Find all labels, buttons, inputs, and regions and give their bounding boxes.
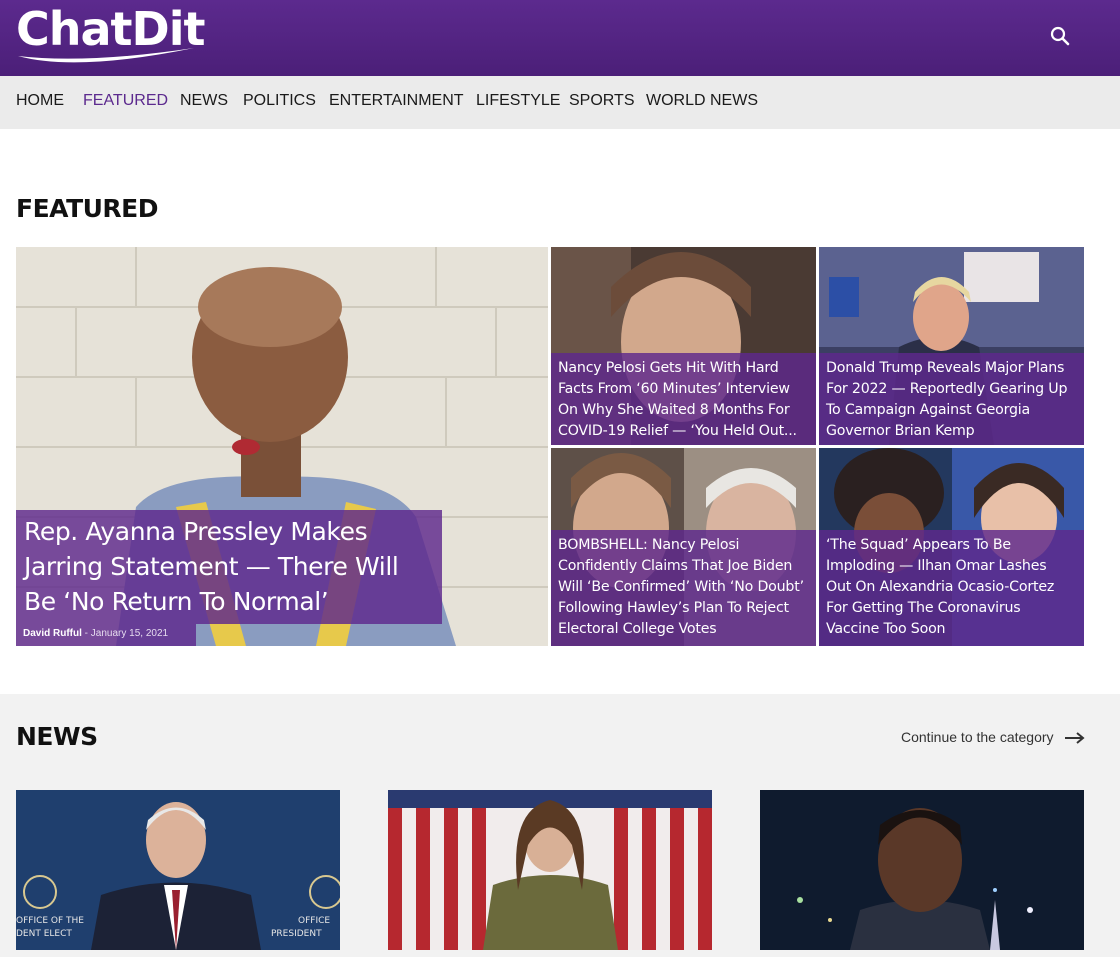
arrow-right-icon[interactable] [1064,731,1086,745]
featured-card[interactable]: ‘The Squad’ Appears To Be Imploding — Il… [819,448,1084,646]
featured-card[interactable]: Nancy Pelosi Gets Hit With Hard Facts Fr… [551,247,816,445]
headline-line: Confidently Claims That Joe Biden [558,558,793,574]
thumb-caption-right2: PRESIDENT [271,929,322,939]
featured-card-headline[interactable]: Nancy Pelosi Gets Hit With Hard Facts Fr… [551,353,816,445]
nav-lifestyle[interactable]: LIFESTYLE [476,92,560,110]
headline-line: Vaccine Too Soon [826,621,946,637]
post-date: January 15, 2021 [90,628,169,639]
news-card[interactable]: OFFICE OF THE DENT ELECT OFFICE PRESIDEN… [16,790,340,950]
headline-line: To Campaign Against Georgia [826,402,1031,418]
headline-line: Donald Trump Reveals Major Plans [826,360,1065,376]
featured-card-headline[interactable]: Donald Trump Reveals Major Plans For 202… [819,353,1084,445]
thumb-caption-left: OFFICE OF THE [16,916,84,926]
headline-line: Imploding — Ilhan Omar Lashes [826,558,1047,574]
featured-card[interactable]: Donald Trump Reveals Major Plans For 202… [819,247,1084,445]
featured-main-headline-line: Be ‘No Return To Normal’ [24,587,329,616]
headline-line: Will ‘Be Confirmed’ With ‘No Doubt’ [558,579,804,595]
news-card-image [760,790,1084,950]
logo-swoosh-icon [18,48,194,63]
headline-line: COVID-19 Relief — ‘You Held Out... [558,423,797,439]
news-card-image [388,790,712,950]
news-section-title: NEWS [16,722,98,751]
nav-home[interactable]: HOME [16,92,64,110]
search-button[interactable] [1046,22,1074,50]
continue-to-category-link[interactable]: Continue to the category [901,729,1054,745]
featured-main-headline-line: Jarring Statement — There Will [24,552,399,581]
featured-card-headline[interactable]: BOMBSHELL: Nancy Pelosi Confidently Clai… [551,530,816,646]
featured-main-card[interactable]: Rep. Ayanna Pressley Makes Jarring State… [16,247,548,646]
headline-line: Nancy Pelosi Gets Hit With Hard [558,360,779,376]
thumb-caption-left2: DENT ELECT [16,929,72,939]
site-logo[interactable]: ChatDit [16,2,205,72]
news-card-image: OFFICE OF THE DENT ELECT OFFICE PRESIDEN… [16,790,340,950]
nav-world-news[interactable]: WORLD NEWS [646,92,758,110]
thumb-caption-right: OFFICE [298,916,330,926]
headline-line: Out On Alexandria Ocasio-Cortez [826,579,1055,595]
nav-featured[interactable]: FEATURED [83,92,168,110]
headline-line: For 2022 — Reportedly Gearing Up [826,381,1068,397]
headline-line: Facts From ‘60 Minutes’ Interview [558,381,790,397]
nav-news[interactable]: NEWS [180,92,228,110]
main-nav: HOME FEATURED NEWS POLITICS ENTERTAINMEN… [0,76,1120,129]
nav-entertainment[interactable]: ENTERTAINMENT [329,92,464,110]
news-card[interactable] [388,790,712,950]
featured-card-headline[interactable]: ‘The Squad’ Appears To Be Imploding — Il… [819,530,1084,646]
byline-separator: - [81,628,91,639]
featured-main-headline-line: Rep. Ayanna Pressley Makes [24,517,368,546]
headline-line: BOMBSHELL: Nancy Pelosi [558,537,740,553]
featured-card[interactable]: BOMBSHELL: Nancy Pelosi Confidently Clai… [551,448,816,646]
headline-line: Electoral College Votes [558,621,717,637]
headline-line: Governor Brian Kemp [826,423,975,439]
news-card[interactable] [760,790,1084,950]
headline-line: ‘The Squad’ Appears To Be [826,537,1011,553]
featured-section-title: FEATURED [16,194,159,223]
featured-main-byline: David Rufful - January 15, 2021 [16,624,196,646]
featured-main-headline[interactable]: Rep. Ayanna Pressley Makes Jarring State… [16,510,442,624]
search-icon [1050,26,1070,46]
headline-line: For Getting The Coronavirus [826,600,1021,616]
author-name[interactable]: David Rufful [23,628,82,639]
headline-line: Following Hawley’s Plan To Reject [558,600,789,616]
nav-sports[interactable]: SPORTS [569,92,635,110]
nav-politics[interactable]: POLITICS [243,92,316,110]
site-header: ChatDit [0,0,1120,76]
headline-line: On Why She Waited 8 Months For [558,402,790,418]
